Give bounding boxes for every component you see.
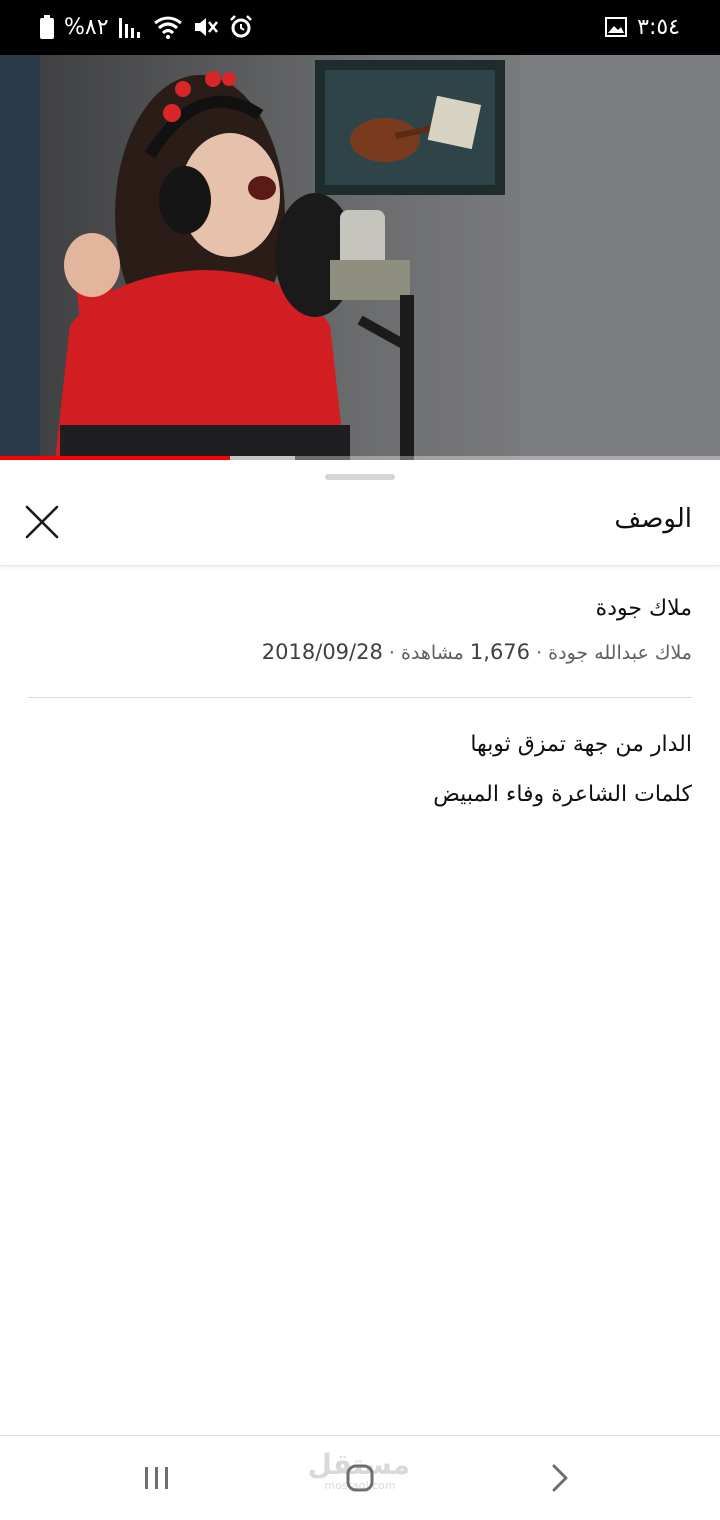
home-icon (346, 1464, 374, 1492)
status-left: %٨٢ (40, 12, 253, 42)
back-button[interactable] (530, 1458, 590, 1498)
meta-separator: · (388, 642, 395, 664)
alarm-icon (229, 15, 253, 39)
mute-icon (193, 15, 219, 39)
divider (28, 697, 692, 698)
back-icon (552, 1464, 568, 1492)
video-meta: ملاك عبدالله جودة · 1,676 مشاهدة · 2018/… (262, 640, 692, 664)
description-line: كلمات الشاعرة وفاء المبيض (433, 782, 692, 807)
clock: ٣:٥٤ (637, 14, 680, 40)
description-line: الدار من جهة تمزق ثوبها (470, 732, 692, 757)
video-player[interactable] (0, 55, 720, 460)
navigation-bar: مستقل mostaql.com (0, 1435, 720, 1520)
views-label: مشاهدة (400, 642, 464, 664)
channel-name[interactable]: ملاك عبدالله جودة (548, 642, 692, 664)
signal-icon (118, 16, 143, 38)
recents-button[interactable] (127, 1458, 187, 1498)
sheet-header: الوصف (0, 486, 720, 566)
description-sheet: الوصف ملاك جودة ملاك عبدالله جودة · 1,67… (0, 460, 720, 1435)
close-button[interactable] (20, 500, 64, 544)
status-right: ٣:٥٤ (605, 12, 680, 42)
home-button[interactable] (330, 1458, 390, 1498)
drag-handle[interactable] (325, 474, 395, 480)
battery-level: %٨٢ (64, 14, 109, 40)
upload-date: 2018/09/28 (261, 640, 383, 664)
video-title: ملاك جودة (595, 596, 692, 621)
recents-icon (145, 1467, 168, 1489)
sheet-title: الوصف (614, 504, 692, 534)
wifi-icon (153, 15, 183, 39)
gallery-icon (605, 17, 628, 37)
battery-icon (40, 15, 54, 39)
status-bar: %٨٢ ٣:٥٤ (0, 0, 720, 55)
video-frame (0, 55, 720, 460)
views-count: 1,676 (469, 640, 531, 664)
meta-separator: · (536, 642, 543, 664)
close-icon (25, 505, 59, 539)
